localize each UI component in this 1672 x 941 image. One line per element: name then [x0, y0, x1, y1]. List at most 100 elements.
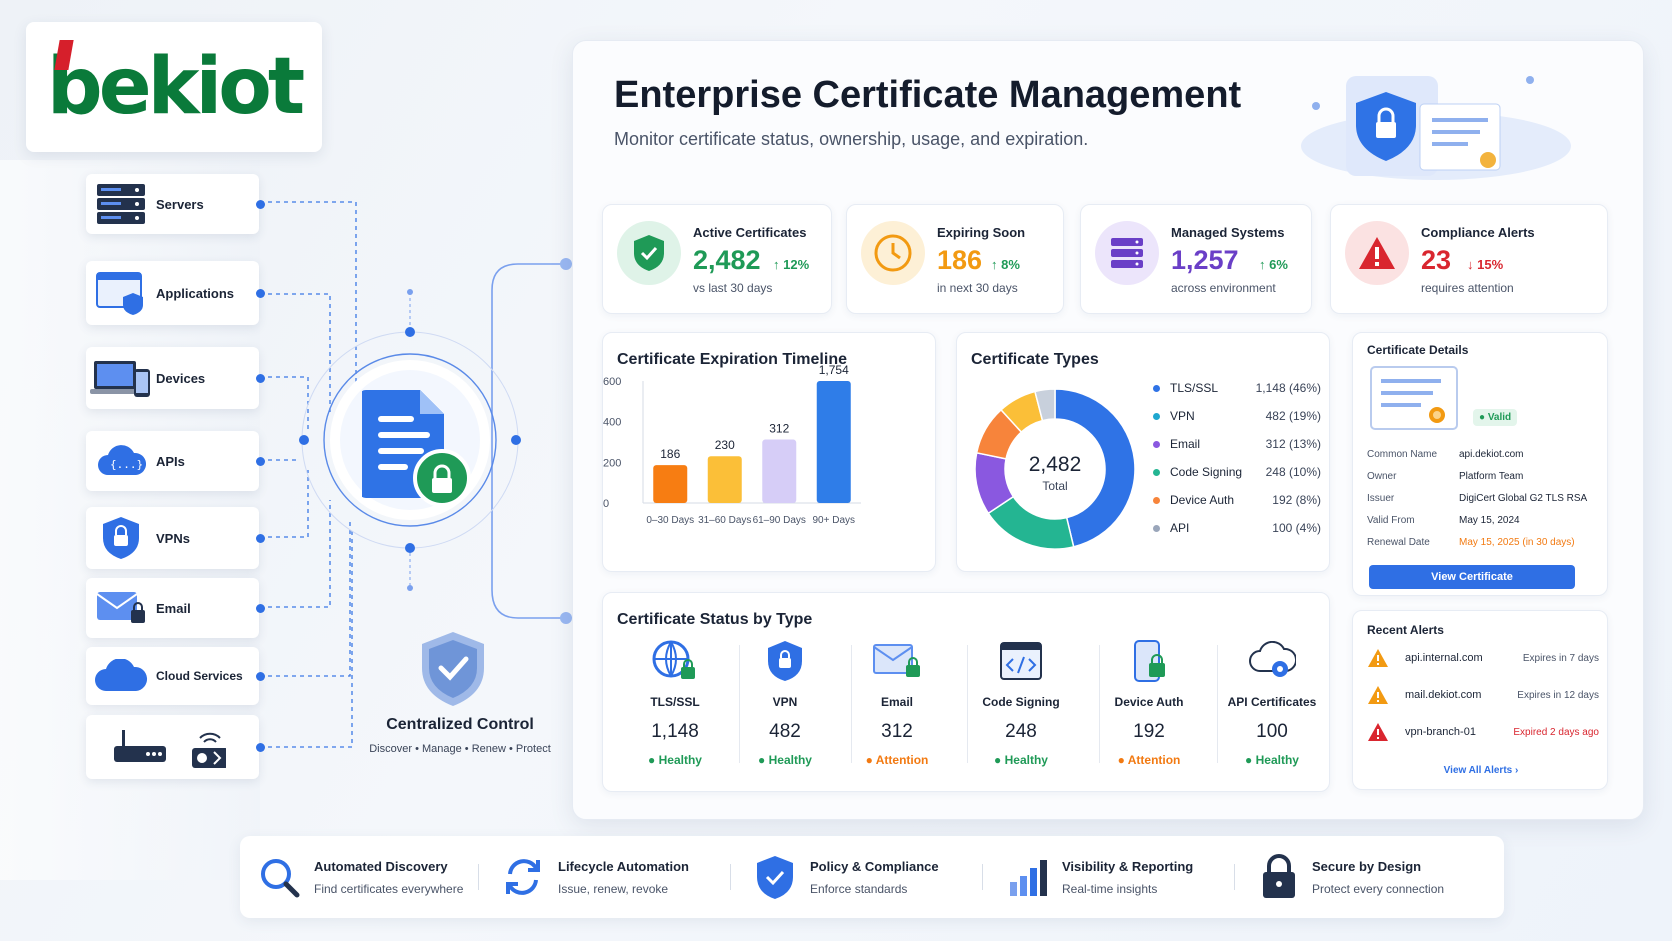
legend-item: TLS/SSL 1,148 (46%): [1153, 381, 1321, 395]
stat-trend: ↑ 6%: [1259, 257, 1288, 272]
stat-label: Compliance Alerts: [1421, 225, 1535, 240]
legend-swatch: [1153, 524, 1160, 532]
system-network-devices[interactable]: [86, 715, 265, 779]
view-all-alerts-link[interactable]: View All Alerts ›: [1353, 765, 1609, 776]
legend-item: Code Signing 248 (10%): [1153, 465, 1321, 479]
cloud-gear-icon: [1213, 637, 1331, 685]
recent-alerts-card: Recent Alerts api.internal.com Expires i…: [1352, 610, 1608, 790]
brand-logo[interactable]: bekiot: [26, 22, 322, 152]
card-title: Certificate Status by Type: [617, 611, 813, 628]
router-iot-icon: [86, 722, 236, 772]
stat-card-managed[interactable]: Managed Systems 1,257 ↑ 6% across enviro…: [1080, 204, 1312, 314]
status-type-vpn[interactable]: VPN 482 ● Healthy: [729, 637, 841, 767]
connector-dot: [256, 672, 265, 681]
legend-value: 192 (8%): [1272, 493, 1321, 507]
system-cloud-services[interactable]: Cloud Services: [86, 647, 265, 705]
system-email[interactable]: Email: [86, 578, 265, 638]
feature-discovery[interactable]: Automated Discovery Find certificates eve…: [258, 836, 463, 918]
legend-value: 248 (10%): [1265, 465, 1321, 479]
status-type-device-auth[interactable]: Device Auth 192 ● Attention: [1093, 637, 1205, 767]
phone-lock-icon: [1093, 637, 1205, 685]
status-by-type-card: Certificate Status by Type TLS/SSL 1,148…: [602, 592, 1330, 792]
card-title: Certificate Details: [1367, 343, 1469, 357]
feature-bar: Automated Discovery Find certificates eve…: [240, 836, 1504, 918]
bar-value-label: 230: [715, 438, 735, 452]
bar-value-label: 186: [660, 447, 680, 461]
cloud-icon: [86, 659, 156, 693]
svg-text:{...}: {...}: [110, 458, 143, 471]
legend-value: 312 (13%): [1265, 437, 1321, 451]
alert-row[interactable]: mail.dekiot.com Expires in 12 days: [1367, 682, 1599, 708]
stat-subtext: vs last 30 days: [693, 281, 773, 295]
detail-row: Renewal Date May 15, 2025 (in 30 days): [1367, 537, 1575, 548]
stat-trend: ↑ 12%: [773, 257, 810, 272]
bar: [762, 439, 797, 503]
feature-lifecycle[interactable]: Lifecycle Automation Issue, renew, revoke: [502, 836, 689, 918]
security-illustration-icon: [1301, 76, 1571, 180]
stat-card-compliance[interactable]: Compliance Alerts 23 ↓ 15% requires atte…: [1330, 204, 1608, 314]
legend-swatch: [1153, 384, 1160, 392]
legend-swatch: [1153, 496, 1160, 504]
feature-policy[interactable]: Policy & Compliance Enforce standards: [754, 836, 939, 918]
alert-row[interactable]: api.internal.com Expires in 7 days: [1367, 645, 1599, 671]
status-type-tls[interactable]: TLS/SSL 1,148 ● Healthy: [619, 637, 731, 767]
warning-icon: [1345, 221, 1409, 285]
detail-row: Valid From May 15, 2024: [1367, 515, 1520, 526]
stat-card-expiring[interactable]: Expiring Soon 186 ↑ 8% in next 30 days: [846, 204, 1064, 314]
system-label: Email: [156, 600, 191, 616]
certificate-types-card: Certificate Types 2,482 Total TLS/SSL 1,1…: [956, 332, 1330, 572]
status-type-api[interactable]: API Certificates 100 ● Healthy: [1213, 637, 1331, 767]
connector-dot: [256, 374, 265, 383]
certificate-document-icon: [362, 390, 471, 507]
legend-item: API 100 (4%): [1153, 521, 1321, 535]
stat-label: Expiring Soon: [937, 225, 1026, 240]
centralized-shield-icon: [422, 632, 484, 706]
legend-label: API: [1170, 521, 1190, 535]
connector-dot: [256, 743, 265, 752]
legend-label: TLS/SSL: [1170, 381, 1219, 395]
system-servers[interactable]: Servers: [86, 174, 265, 234]
connector-dot: [256, 289, 265, 298]
application-window-icon: [86, 271, 156, 315]
y-tick-label: 0: [603, 498, 609, 510]
shield-check-icon: [617, 221, 681, 285]
status-type-code-signing[interactable]: Code Signing 248 ● Healthy: [961, 637, 1081, 767]
system-applications[interactable]: Applications: [86, 261, 265, 325]
envelope-lock-icon: [841, 637, 953, 685]
system-apis[interactable]: {...} APIs: [86, 431, 265, 491]
feature-secure[interactable]: Secure by Design Protect every connection: [1260, 836, 1444, 918]
globe-lock-icon: [619, 637, 731, 685]
stat-card-active[interactable]: Active Certificates 2,482 ↑ 12% vs last …: [602, 204, 832, 314]
stat-subtext: requires attention: [1421, 281, 1514, 295]
system-label: APIs: [156, 453, 185, 469]
refresh-cycle-icon: [506, 859, 540, 895]
system-devices[interactable]: Devices: [86, 347, 265, 409]
connector-dot: [256, 604, 265, 613]
system-label: Devices: [156, 370, 206, 386]
detail-row: Issuer DigiCert Global G2 TLS RSA: [1367, 493, 1588, 504]
legend-item: Email 312 (13%): [1153, 437, 1321, 451]
system-label: VPNs: [156, 530, 190, 546]
detail-row: Common Name api.dekiot.com: [1367, 449, 1524, 460]
legend-value: 100 (4%): [1272, 521, 1321, 535]
central-title: Centralized Control: [386, 716, 534, 733]
expiration-timeline-card: Certificate Expiration Timeline 0 200 400 6…: [602, 332, 936, 572]
logo-wordmark: bekiot: [46, 40, 305, 132]
system-vpns[interactable]: VPNs: [86, 507, 265, 569]
status-type-email[interactable]: Email 312 ● Attention: [841, 637, 953, 767]
feature-divider: [730, 864, 731, 890]
stat-trend: ↓ 15%: [1467, 257, 1504, 272]
feature-visibility[interactable]: Visibility & Reporting Real-time insights: [1006, 836, 1193, 918]
feature-divider: [1234, 864, 1235, 890]
legend-value: 1,148 (46%): [1255, 381, 1321, 395]
donut-total-label: Total: [1042, 479, 1068, 493]
stat-value: 2,482: [693, 245, 761, 275]
system-label: Cloud Services: [156, 669, 243, 683]
detail-row: Owner Platform Team: [1367, 471, 1524, 482]
alert-row[interactable]: vpn-branch-01 Expired 2 days ago: [1367, 719, 1599, 745]
legend-item: Device Auth 192 (8%): [1153, 493, 1321, 507]
x-tick-label: 61–90 Days: [753, 515, 806, 526]
view-certificate-button[interactable]: View Certificate: [1369, 565, 1575, 589]
stat-value: 1,257: [1171, 245, 1239, 275]
legend-swatch: [1153, 440, 1160, 448]
